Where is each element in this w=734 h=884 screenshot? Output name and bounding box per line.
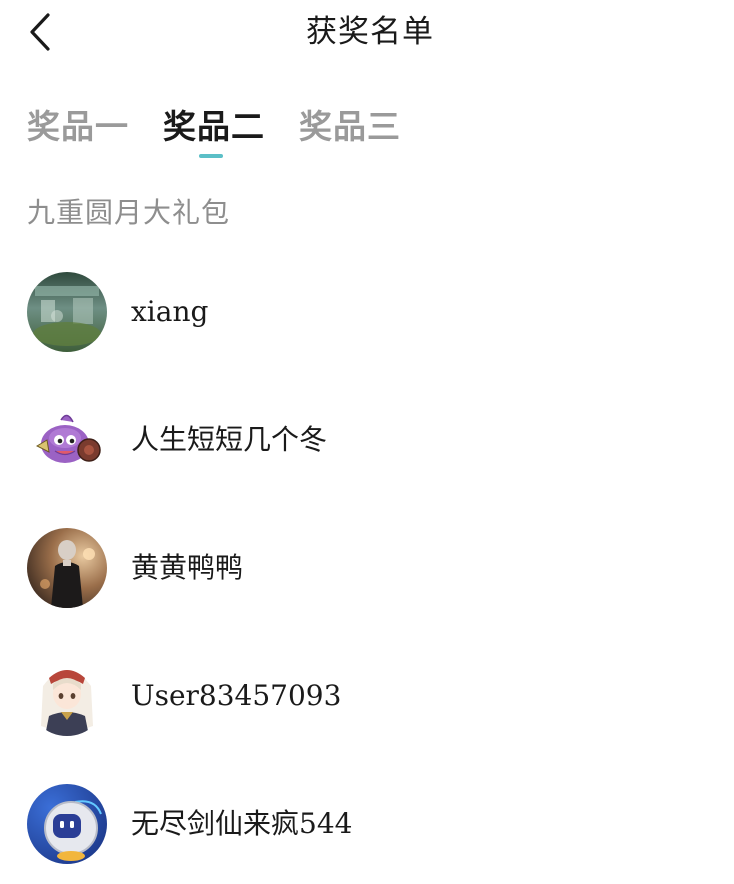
tab-prize-1[interactable]: 奖品一 — [27, 106, 129, 148]
top-bar: 获奖名单 — [0, 0, 734, 66]
purple-creature-avatar-icon — [27, 400, 107, 480]
active-tab-indicator — [199, 154, 223, 158]
winner-name: 黄黄鸭鸭 — [131, 551, 244, 584]
winner-row[interactable]: 人生短短几个冬 — [0, 400, 734, 482]
landscape-avatar-icon — [27, 272, 107, 352]
winner-name: 人生短短几个冬 — [131, 423, 328, 456]
winner-row[interactable]: User83457093 — [0, 656, 734, 738]
figure-in-black-avatar-icon — [27, 528, 107, 608]
anime-girl-avatar-icon — [27, 656, 107, 736]
tab-prize-2[interactable]: 奖品二 — [163, 106, 265, 148]
page-title: 获奖名单 — [306, 14, 434, 50]
winner-row[interactable]: 黄黄鸭鸭 — [0, 528, 734, 610]
tab-prize-3[interactable]: 奖品三 — [299, 106, 401, 148]
avatar[interactable] — [27, 784, 107, 864]
robot-avatar-icon — [27, 784, 107, 864]
avatar[interactable] — [27, 528, 107, 608]
prize-name: 九重圆月大礼包 — [27, 196, 231, 229]
avatar[interactable] — [27, 272, 107, 352]
winner-row[interactable]: xiang — [0, 272, 734, 354]
winner-name: 无尽剑仙来疯544 — [131, 807, 353, 840]
avatar[interactable] — [27, 400, 107, 480]
avatar[interactable] — [27, 656, 107, 736]
winner-name: User83457093 — [131, 679, 342, 712]
winner-name: xiang — [131, 295, 209, 328]
winner-row[interactable]: 无尽剑仙来疯544 — [0, 784, 734, 866]
